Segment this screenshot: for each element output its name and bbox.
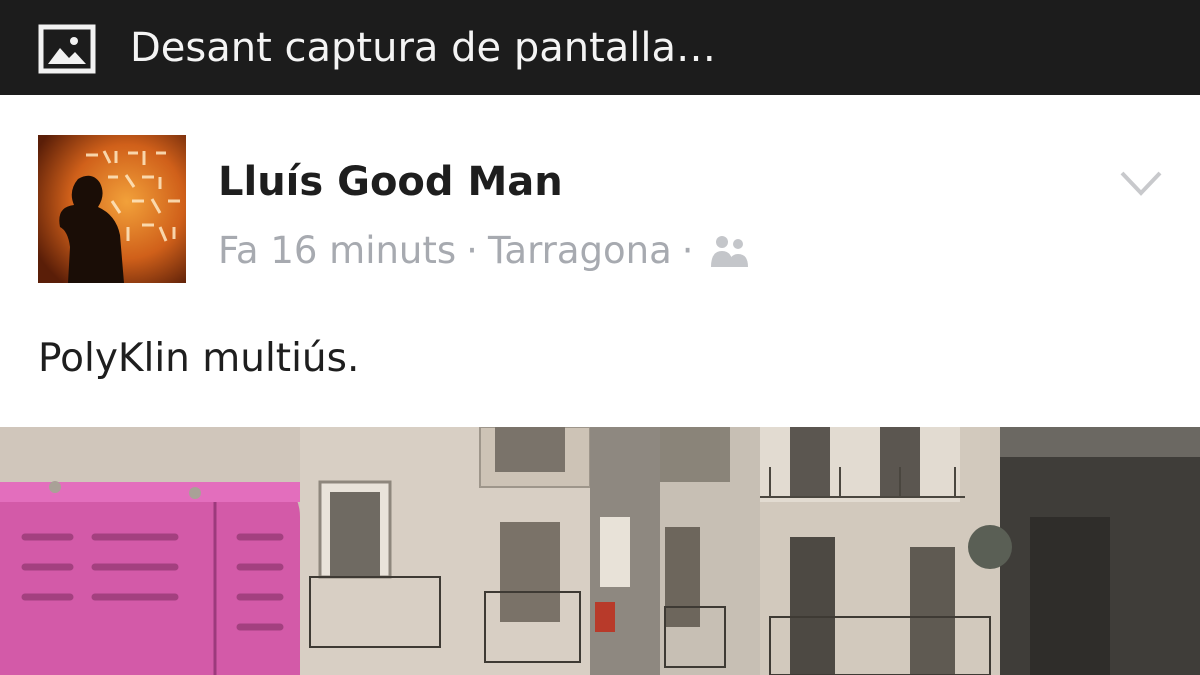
- post-meta: Fa 16 minuts · Tarragona ·: [218, 227, 752, 275]
- post-text: PolyKlin multiús.: [38, 336, 360, 381]
- street-photo: [0, 427, 1200, 675]
- post-time[interactable]: Fa 16 minuts: [218, 227, 456, 275]
- avatar-image: [38, 135, 186, 283]
- meta-separator: ·: [466, 229, 478, 272]
- image-icon: [38, 24, 96, 74]
- notification-text: Desant captura de pantalla…: [130, 25, 717, 71]
- chevron-down-icon[interactable]: [1118, 167, 1164, 199]
- post-location[interactable]: Tarragona: [488, 227, 672, 275]
- meta-separator: ·: [681, 229, 694, 272]
- avatar[interactable]: [38, 135, 186, 283]
- author-name[interactable]: Lluís Good Man: [218, 157, 563, 207]
- post-photo[interactable]: [0, 427, 1200, 675]
- friends-icon: [710, 236, 748, 267]
- feed-post: Lluís Good Man Fa 16 minuts · Tarragona …: [0, 95, 1200, 675]
- notification-bar[interactable]: Desant captura de pantalla…: [0, 0, 1200, 95]
